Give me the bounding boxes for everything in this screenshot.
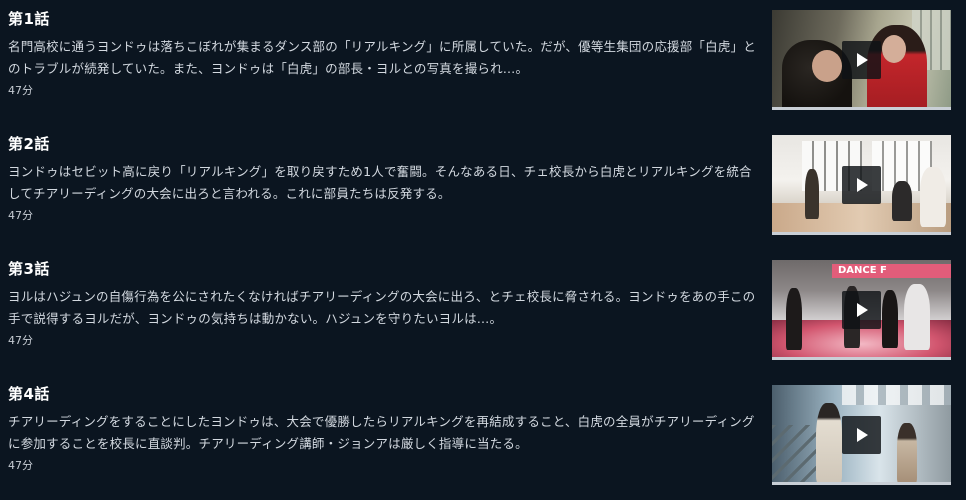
episode-duration: 47分 bbox=[8, 209, 33, 222]
episode-title[interactable]: 第1話 bbox=[8, 8, 50, 29]
episode-title[interactable]: 第2話 bbox=[8, 133, 50, 154]
play-button[interactable] bbox=[842, 166, 881, 204]
thumbnail-banner-text: DANCE F bbox=[832, 264, 951, 278]
thumbnail-progress-bar bbox=[772, 107, 951, 110]
play-icon bbox=[857, 178, 868, 192]
episode-duration: 47分 bbox=[8, 459, 33, 472]
episode-duration: 47分 bbox=[8, 334, 33, 347]
play-icon bbox=[857, 428, 868, 442]
episode-title[interactable]: 第4話 bbox=[8, 383, 50, 404]
episode-item[interactable]: 第3話 ヨルはハジュンの自傷行為を公にされたくなければチアリーディングの大会に出… bbox=[0, 250, 966, 375]
play-button[interactable] bbox=[842, 291, 881, 329]
episode-thumbnail[interactable]: DANCE F bbox=[772, 260, 951, 360]
episode-duration: 47分 bbox=[8, 84, 33, 97]
play-icon bbox=[857, 303, 868, 317]
episode-title[interactable]: 第3話 bbox=[8, 258, 50, 279]
episode-item[interactable]: 第4話 チアリーディングをすることにしたヨンドゥは、大会で優勝したらリアルキング… bbox=[0, 375, 966, 500]
episode-item[interactable]: 第2話 ヨンドゥはセビット高に戻り「リアルキング」を取り戻すため1人で奮闘。そん… bbox=[0, 125, 966, 250]
episode-thumbnail[interactable] bbox=[772, 385, 951, 485]
episode-thumbnail[interactable] bbox=[772, 135, 951, 235]
thumbnail-progress-bar bbox=[772, 482, 951, 485]
thumbnail-progress-bar bbox=[772, 232, 951, 235]
play-icon bbox=[857, 53, 868, 67]
play-button[interactable] bbox=[842, 41, 881, 79]
play-button[interactable] bbox=[842, 416, 881, 454]
episode-thumbnail[interactable] bbox=[772, 10, 951, 110]
episode-description: チアリーディングをすることにしたヨンドゥは、大会で優勝したらリアルキングを再結成… bbox=[8, 414, 755, 451]
thumbnail-progress-bar bbox=[772, 357, 951, 360]
episode-list: 第1話 名門高校に通うヨンドゥは落ちこぼれが集まるダンス部の「リアルキング」に所… bbox=[0, 0, 966, 496]
episode-description: 名門高校に通うヨンドゥは落ちこぼれが集まるダンス部の「リアルキング」に所属してい… bbox=[8, 39, 756, 76]
episode-item[interactable]: 第1話 名門高校に通うヨンドゥは落ちこぼれが集まるダンス部の「リアルキング」に所… bbox=[0, 0, 966, 125]
episode-description: ヨンドゥはセビット高に戻り「リアルキング」を取り戻すため1人で奮闘。そんなある日… bbox=[8, 164, 752, 201]
episode-description: ヨルはハジュンの自傷行為を公にされたくなければチアリーディングの大会に出ろ、とチ… bbox=[8, 289, 756, 326]
